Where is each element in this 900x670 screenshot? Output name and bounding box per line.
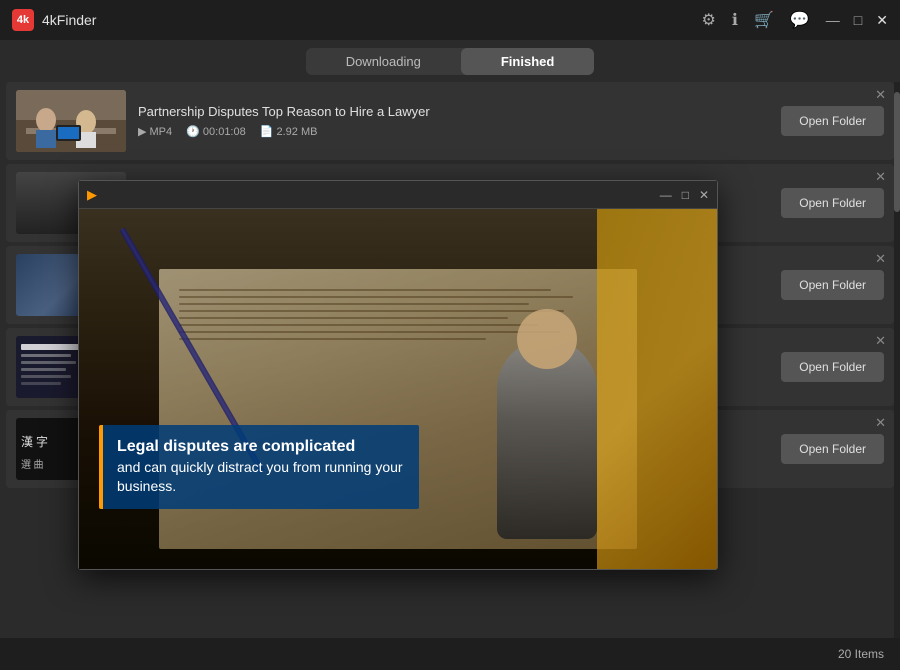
duration-1: 🕐 00:01:08 [186,125,246,138]
close-item-5[interactable]: ✕ [875,416,886,429]
video-play-icon: ▶ [87,187,97,203]
item-actions-1: Open Folder [781,106,884,136]
title-bar: 4k 4kFinder ⚙ ℹ 🛒 💬 — □ ✕ [0,0,900,40]
cart-icon[interactable]: 🛒 [754,10,774,30]
format-icon-1: ▶ MP4 [138,125,172,138]
tabs-container: Downloading Finished [306,48,595,75]
scrollbar[interactable] [894,82,900,638]
close-item-4[interactable]: ✕ [875,334,886,347]
video-preview-overlay[interactable]: ▶ — □ ✕ [78,180,718,570]
maximize-button[interactable]: □ [854,12,862,28]
window-controls: — □ ✕ [826,12,888,29]
item-info-1: Partnership Disputes Top Reason to Hire … [126,104,781,138]
tab-finished[interactable]: Finished [461,48,594,75]
info-icon[interactable]: ℹ [732,10,738,30]
video-content: Legal disputes are complicated and can q… [79,209,717,569]
item-actions-4: Open Folder [781,352,884,382]
list-item: Partnership Disputes Top Reason to Hire … [6,82,894,160]
svg-text:選 曲: 選 曲 [21,458,44,471]
thumb-svg-1 [16,90,126,152]
video-maximize-button[interactable]: □ [682,188,689,202]
open-folder-button-3[interactable]: Open Folder [781,270,884,300]
person-head [517,309,577,369]
close-item-1[interactable]: ✕ [875,88,886,101]
open-folder-button-1[interactable]: Open Folder [781,106,884,136]
status-bar: 20 Items [0,638,900,670]
video-close-button[interactable]: ✕ [699,188,709,202]
open-folder-button-5[interactable]: Open Folder [781,434,884,464]
item-actions-3: Open Folder [781,270,884,300]
thumbnail-1 [16,90,126,152]
item-actions-2: Open Folder [781,188,884,218]
open-folder-button-4[interactable]: Open Folder [781,352,884,382]
tab-downloading[interactable]: Downloading [306,48,461,75]
caption-sub: and can quickly distract you from runnin… [117,458,405,497]
item-actions-5: Open Folder [781,434,884,464]
person-figure [497,339,597,539]
chat-icon[interactable]: 💬 [790,10,810,30]
open-folder-button-2[interactable]: Open Folder [781,188,884,218]
close-item-3[interactable]: ✕ [875,252,886,265]
svg-text:漢 字: 漢 字 [21,434,48,449]
items-count: 20 Items [838,647,884,661]
close-button[interactable]: ✕ [876,12,888,29]
size-1: 📄 2.92 MB [260,125,318,138]
toolbar-icons: ⚙ ℹ 🛒 💬 [702,10,810,30]
item-meta-1: ▶ MP4 🕐 00:01:08 📄 2.92 MB [138,125,769,138]
caption-main: Legal disputes are complicated [117,437,405,458]
app-name: 4kFinder [42,12,96,28]
scrollbar-thumb[interactable] [894,92,900,212]
video-caption-box: Legal disputes are complicated and can q… [99,425,419,509]
app-logo: 4k [12,9,34,31]
video-minimize-button[interactable]: — [660,188,672,202]
tab-bar: Downloading Finished [0,40,900,82]
settings-icon[interactable]: ⚙ [702,10,716,30]
video-window-controls: — □ ✕ [660,188,709,202]
item-title-1: Partnership Disputes Top Reason to Hire … [138,104,769,119]
video-background: Legal disputes are complicated and can q… [79,209,717,569]
minimize-button[interactable]: — [826,12,840,28]
video-title-bar: ▶ — □ ✕ [79,181,717,209]
close-item-2[interactable]: ✕ [875,170,886,183]
app-branding: 4k 4kFinder [12,9,96,31]
right-accent [597,209,717,569]
